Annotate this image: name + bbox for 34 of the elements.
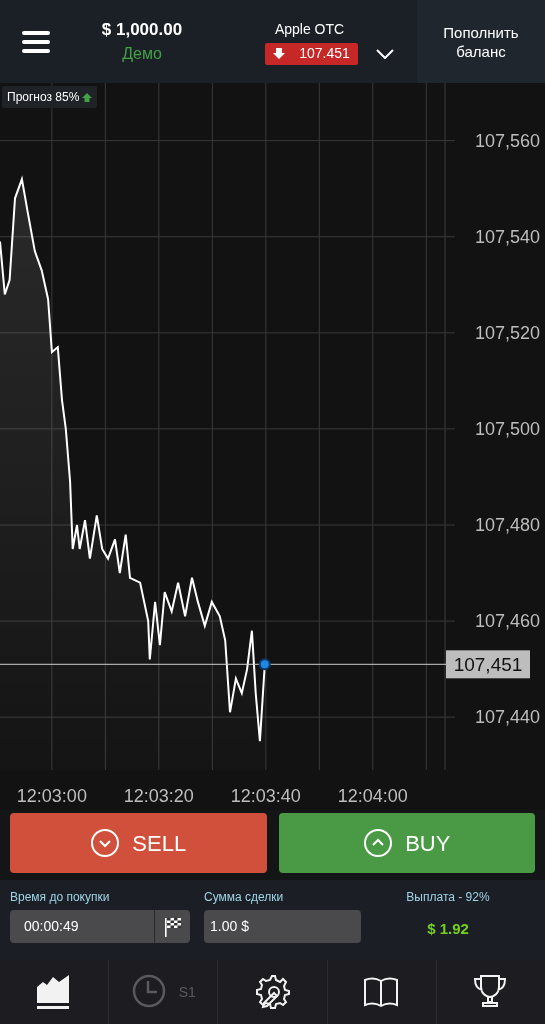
- menu-icon: [22, 30, 50, 53]
- axis-label: 12:03:40: [230, 786, 301, 806]
- axis-label: 107,520: [474, 322, 540, 343]
- chevron-down-icon[interactable]: [375, 48, 394, 59]
- time-field[interactable]: 00:00:49: [10, 910, 190, 943]
- payout-amount: $ 1.92: [427, 919, 469, 939]
- current-point-marker: [258, 658, 271, 671]
- field-label: Время до покупки: [10, 889, 111, 906]
- axis-label: 12:03:20: [123, 786, 194, 806]
- field-label: Сумма сделки: [204, 889, 285, 906]
- chevron-up-circle-icon: [363, 828, 394, 858]
- down-arrow-icon: [273, 47, 286, 60]
- current-price-label: 107,451: [446, 650, 530, 679]
- payout-label: Выплата - 92%: [406, 889, 490, 906]
- forecast-label: Прогноз 85%: [7, 89, 80, 106]
- axis-label: 12:04:00: [337, 786, 408, 806]
- axis-label: 12:03:00: [16, 786, 87, 806]
- buy-button[interactable]: BUY: [278, 813, 535, 873]
- axis-label: 107,480: [474, 515, 540, 535]
- sell-button[interactable]: SELL: [10, 813, 267, 873]
- axis-label: 107,500: [474, 418, 540, 439]
- amount-field[interactable]: 1.00 $: [204, 910, 361, 943]
- axis-label: 107,440: [474, 707, 540, 728]
- axis-label: 107,560: [474, 130, 540, 151]
- axis-label: 107,460: [474, 611, 540, 632]
- axis-label: 107,540: [474, 226, 540, 247]
- checkered-flag-icon: [163, 915, 182, 938]
- deposit-button[interactable]: Пополнить баланс: [417, 0, 545, 83]
- balance-amount: $ 1,000.00: [101, 18, 183, 41]
- gear-icon: [253, 973, 292, 1011]
- price-badge: 107.451: [265, 42, 358, 65]
- chevron-down-circle-icon: [90, 828, 121, 858]
- account-type: Демо: [122, 44, 162, 65]
- asset-name: Apple OTC: [274, 19, 345, 39]
